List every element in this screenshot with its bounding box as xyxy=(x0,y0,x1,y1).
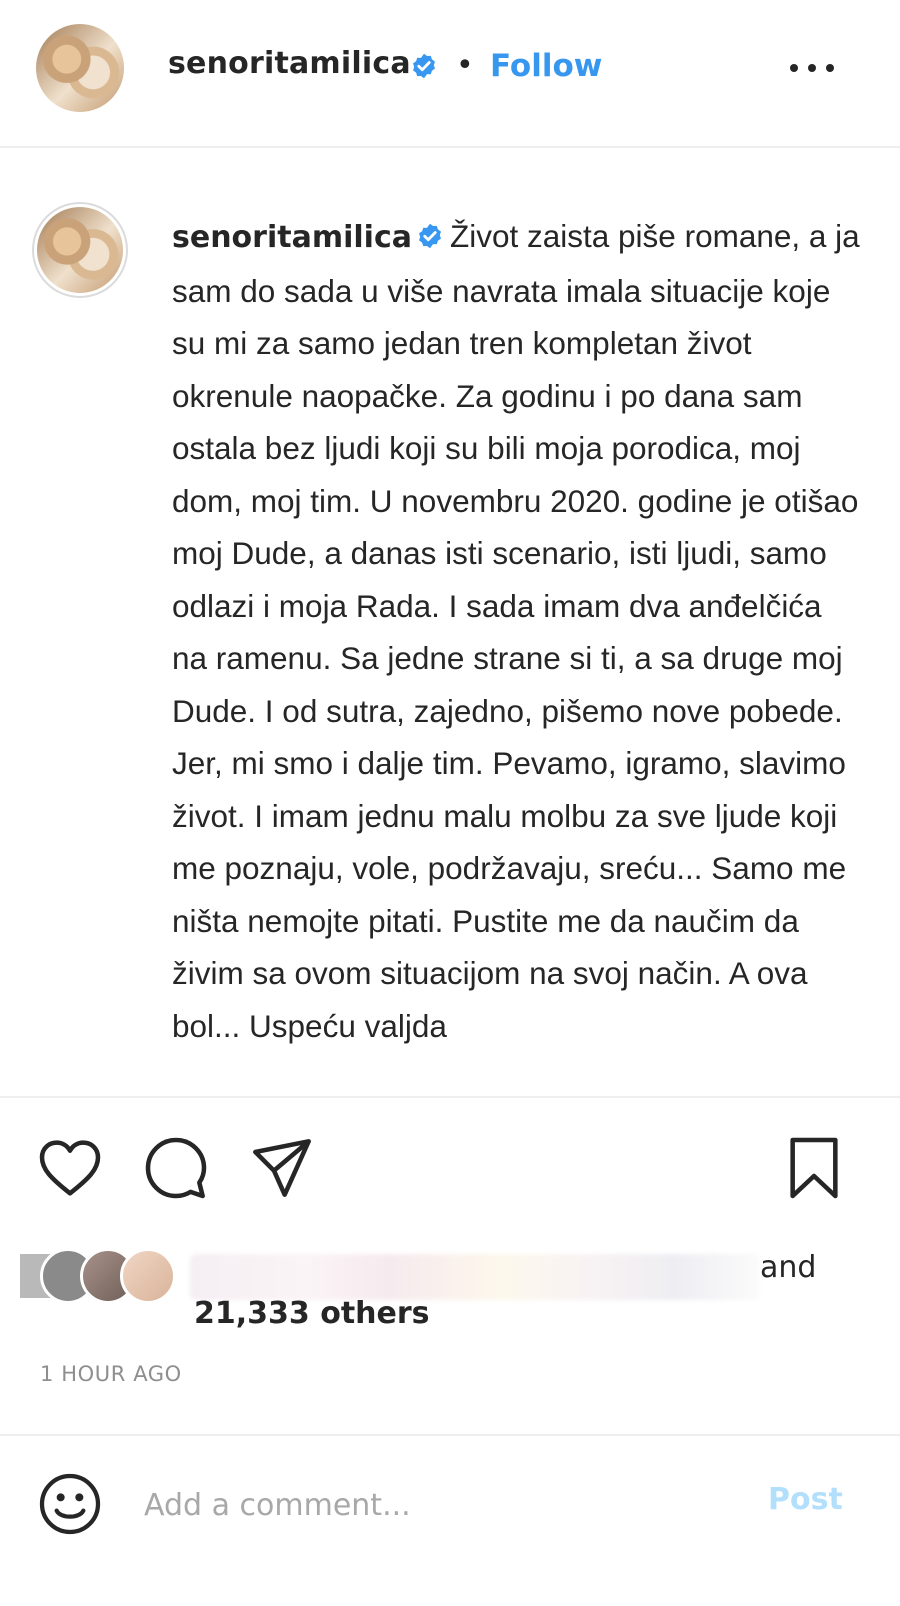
caption-avatar[interactable] xyxy=(37,207,123,293)
heart-icon[interactable] xyxy=(38,1138,102,1198)
caption-section: senoritamilica Život zaista piše romane, … xyxy=(0,150,900,1096)
post-timestamp[interactable]: 1 HOUR AGO xyxy=(40,1362,182,1386)
more-options-icon[interactable] xyxy=(782,44,842,88)
post-header: senoritamilica • Follow xyxy=(0,0,900,148)
bookmark-icon[interactable] xyxy=(786,1136,842,1200)
username-link[interactable]: senoritamilica xyxy=(168,46,411,81)
liked-by-names-blurred xyxy=(190,1254,760,1300)
separator-dot: • xyxy=(456,48,474,83)
liker-avatar[interactable] xyxy=(120,1248,176,1304)
verified-badge-icon xyxy=(413,53,435,79)
follow-button[interactable]: Follow xyxy=(490,48,602,84)
caption-text: senoritamilica Život zaista piše romane, … xyxy=(172,210,862,1052)
profile-avatar[interactable] xyxy=(36,24,124,112)
likes-and-text: and xyxy=(760,1250,817,1285)
smiley-icon[interactable] xyxy=(38,1472,102,1536)
divider xyxy=(0,1096,900,1098)
verified-badge-icon xyxy=(419,223,441,249)
likes-summary: and 21,333 others xyxy=(0,1240,900,1360)
comment-bubble-icon[interactable] xyxy=(144,1136,208,1200)
paper-plane-icon[interactable] xyxy=(250,1136,314,1200)
divider xyxy=(0,1434,900,1436)
caption-body: Život zaista piše romane, a ja sam do sa… xyxy=(172,218,860,1044)
comment-input[interactable] xyxy=(144,1478,734,1532)
post-comment-button[interactable]: Post xyxy=(768,1482,843,1517)
likes-others-link[interactable]: 21,333 others xyxy=(194,1296,430,1331)
caption-username[interactable]: senoritamilica xyxy=(172,220,412,255)
